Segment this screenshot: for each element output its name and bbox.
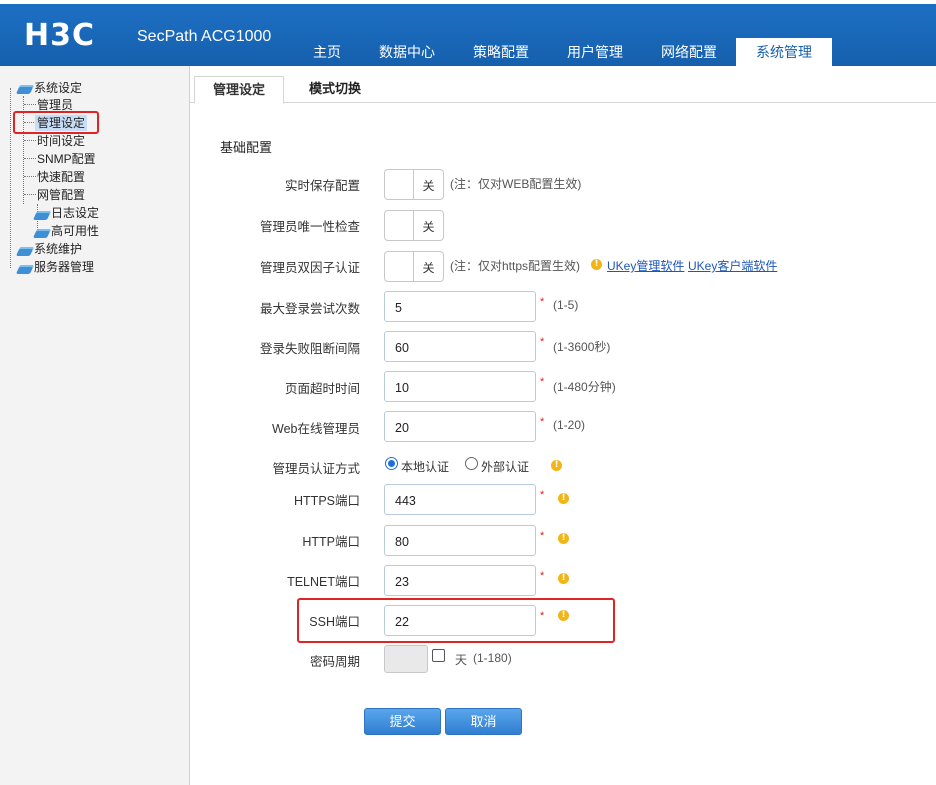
https-port-label: HTTPS端口: [294, 494, 360, 508]
page-timeout-input[interactable]: 10: [384, 371, 536, 402]
block-interval-label: 登录失败阻断间隔: [259, 342, 360, 356]
required-mark: *: [540, 570, 545, 582]
sidebar: 系统设定 管理员 管理设定 时间设定 SNMP配置 快速配置 网管配置 日志设定…: [0, 66, 190, 785]
tree-line: [24, 176, 36, 177]
unique-check-label: 管理员唯一性检查: [259, 220, 360, 234]
ukey-client-link[interactable]: UKey客户端软件: [688, 257, 777, 274]
auth-mode-label: 管理员认证方式: [272, 462, 360, 476]
tree-quick-config[interactable]: 快速配置: [37, 169, 85, 185]
tab-admin-settings[interactable]: 管理设定: [194, 76, 284, 104]
toggle-knob: [385, 211, 414, 240]
tab-bar: 管理设定 模式切换: [190, 66, 936, 104]
info-icon: !: [558, 533, 569, 544]
folder-icon: [15, 247, 35, 256]
tab-mode-switch[interactable]: 模式切换: [294, 76, 376, 104]
info-icon: !: [558, 493, 569, 504]
highlight-box: [297, 598, 615, 643]
info-icon: !: [558, 573, 569, 584]
tree-line: [24, 140, 36, 141]
folder-icon: [15, 265, 35, 274]
web-online-label: Web在线管理员: [272, 422, 360, 436]
nav-network[interactable]: 网络配置: [642, 38, 736, 66]
nav-user-mgmt[interactable]: 用户管理: [548, 38, 642, 66]
tree-netmgmt[interactable]: 网管配置: [37, 187, 85, 203]
auth-external-label: 外部认证: [481, 460, 530, 474]
auth-local-radio[interactable]: [385, 457, 398, 470]
two-factor-note: (注：仅对https配置生效): [450, 259, 581, 273]
toggle-knob: [385, 252, 414, 281]
tree-line: [24, 158, 36, 159]
cancel-button[interactable]: 取消: [445, 708, 522, 735]
block-interval-input[interactable]: 60: [384, 331, 536, 362]
max-login-input[interactable]: 5: [384, 291, 536, 322]
web-online-input[interactable]: 20: [384, 411, 536, 442]
realtime-save-label: 实时保存配置: [284, 179, 360, 193]
highlight-box: [13, 111, 99, 134]
info-icon: !: [591, 259, 602, 270]
toggle-value: 关: [422, 220, 435, 234]
pwd-period-hint: (1-180): [473, 651, 512, 665]
required-mark: *: [540, 336, 545, 348]
h3c-logo: H3C: [24, 18, 95, 53]
main-nav: 主页 数据中心 策略配置 用户管理 网络配置 系统管理: [294, 38, 832, 66]
realtime-save-note: (注：仅对WEB配置生效): [450, 177, 582, 191]
required-mark: *: [540, 376, 545, 388]
nav-system-mgmt[interactable]: 系统管理: [736, 38, 832, 66]
folder-icon: [15, 85, 35, 94]
section-title: 基础配置: [220, 140, 273, 155]
tree-line: [24, 194, 36, 195]
tree-line: [10, 88, 11, 268]
tree-system-settings[interactable]: 系统设定: [34, 80, 82, 96]
telnet-port-input[interactable]: 23: [384, 565, 536, 596]
nav-data-center[interactable]: 数据中心: [360, 38, 454, 66]
required-mark: *: [540, 296, 545, 308]
tree-log-settings[interactable]: 日志设定: [51, 205, 99, 221]
required-mark: *: [540, 416, 545, 428]
http-port-input[interactable]: 80: [384, 525, 536, 556]
toggle-knob: [385, 170, 414, 199]
tree-time-settings[interactable]: 时间设定: [37, 133, 85, 149]
max-login-label: 最大登录尝试次数: [259, 302, 360, 316]
two-factor-label: 管理员双因子认证: [259, 261, 360, 275]
pwd-period-label: 密码周期: [309, 655, 360, 669]
toggle-value: 关: [422, 261, 435, 275]
page-timeout-label: 页面超时时间: [284, 382, 360, 396]
web-online-hint: (1-20): [553, 418, 586, 432]
realtime-save-toggle[interactable]: 关: [384, 169, 444, 200]
telnet-port-label: TELNET端口: [287, 575, 360, 589]
two-factor-toggle[interactable]: 关: [384, 251, 444, 282]
page-timeout-hint: (1-480分钟): [553, 380, 616, 394]
tree-line: [24, 104, 36, 105]
top-header: H3C SecPath ACG1000 主页 数据中心 策略配置 用户管理 网络…: [0, 4, 936, 66]
tree-ha[interactable]: 高可用性: [51, 223, 99, 239]
info-icon: !: [551, 460, 562, 471]
nav-home[interactable]: 主页: [294, 38, 360, 66]
https-port-input[interactable]: 443: [384, 484, 536, 515]
ukey-mgmt-link[interactable]: UKey管理软件: [607, 257, 684, 274]
tree-snmp[interactable]: SNMP配置: [37, 151, 96, 167]
required-mark: *: [540, 489, 545, 501]
pwd-period-unit: 天: [455, 653, 468, 667]
product-name: SecPath ACG1000: [137, 28, 272, 45]
auth-local-label: 本地认证: [401, 460, 450, 474]
folder-icon: [32, 229, 52, 238]
http-port-label: HTTP端口: [302, 535, 360, 549]
pwd-period-checkbox[interactable]: [432, 649, 445, 662]
nav-tree: 系统设定 管理员 管理设定 时间设定 SNMP配置 快速配置 网管配置 日志设定…: [0, 66, 190, 326]
tree-server-mgmt[interactable]: 服务器管理: [34, 259, 94, 275]
block-interval-hint: (1-3600秒): [553, 340, 611, 354]
folder-icon: [32, 211, 52, 220]
submit-button[interactable]: 提交: [364, 708, 441, 735]
max-login-hint: (1-5): [553, 298, 579, 312]
auth-external-radio[interactable]: [465, 457, 478, 470]
unique-check-toggle[interactable]: 关: [384, 210, 444, 241]
required-mark: *: [540, 530, 545, 542]
pwd-period-input[interactable]: [384, 645, 428, 673]
toggle-value: 关: [422, 179, 435, 193]
nav-policy[interactable]: 策略配置: [454, 38, 548, 66]
tree-maintenance[interactable]: 系统维护: [34, 241, 82, 257]
